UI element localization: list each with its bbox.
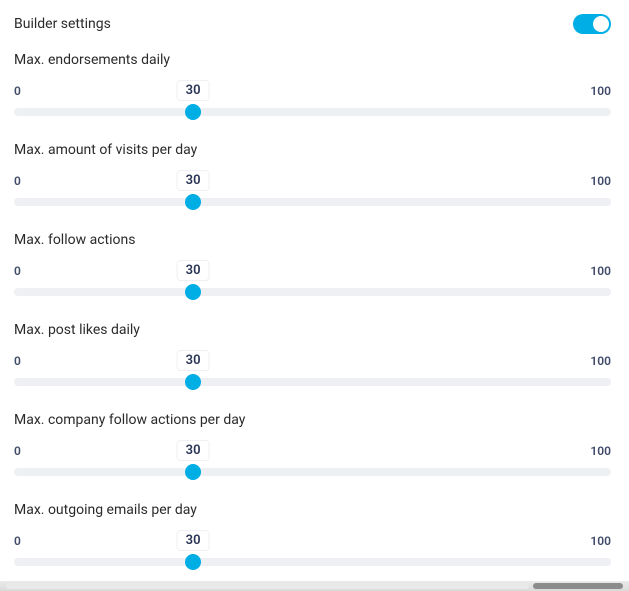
slider-min: 0 [14,174,21,188]
slider-scale: 0 30 100 [14,174,611,192]
slider-endorsements: Max. endorsements daily 0 30 100 [14,52,611,116]
slider-track[interactable] [14,378,611,386]
slider-outgoing-emails: Max. outgoing emails per day 0 30 100 [14,502,611,566]
slider-label: Max. amount of visits per day [14,142,611,158]
slider-max: 100 [590,174,611,188]
slider-value-badge: 30 [177,80,210,101]
slider-value-badge: 30 [177,260,210,281]
slider-value-badge: 30 [177,440,210,461]
slider-label: Max. outgoing emails per day [14,502,611,518]
slider-track[interactable] [14,108,611,116]
slider-scale: 0 30 100 [14,444,611,462]
slider-max: 100 [590,354,611,368]
slider-scale: 0 30 100 [14,354,611,372]
slider-follow-actions: Max. follow actions 0 30 100 [14,232,611,296]
bottom-bar [0,581,629,591]
slider-value-badge: 30 [177,350,210,371]
slider-scale: 0 30 100 [14,84,611,102]
slider-label: Max. follow actions [14,232,611,248]
slider-min: 0 [14,354,21,368]
slider-scale: 0 30 100 [14,264,611,282]
slider-thumb[interactable] [185,374,201,390]
slider-value-badge: 30 [177,530,210,551]
slider-label: Max. post likes daily [14,322,611,338]
slider-min: 0 [14,84,21,98]
slider-thumb[interactable] [185,104,201,120]
builder-settings-toggle[interactable] [573,14,611,34]
slider-post-likes: Max. post likes daily 0 30 100 [14,322,611,386]
slider-max: 100 [590,534,611,548]
slider-thumb[interactable] [185,284,201,300]
slider-track[interactable] [14,198,611,206]
slider-min: 0 [14,444,21,458]
slider-max: 100 [590,264,611,278]
slider-max: 100 [590,444,611,458]
header-row: Builder settings [14,14,611,34]
slider-label: Max. endorsements daily [14,52,611,68]
page-title: Builder settings [14,16,111,32]
slider-max: 100 [590,84,611,98]
slider-value-badge: 30 [177,170,210,191]
slider-track[interactable] [14,288,611,296]
slider-label: Max. company follow actions per day [14,412,611,428]
slider-min: 0 [14,264,21,278]
slider-track[interactable] [14,468,611,476]
slider-company-follow: Max. company follow actions per day 0 30… [14,412,611,476]
slider-scale: 0 30 100 [14,534,611,552]
slider-track[interactable] [14,558,611,566]
slider-thumb[interactable] [185,464,201,480]
slider-thumb[interactable] [185,194,201,210]
slider-thumb[interactable] [185,554,201,570]
slider-min: 0 [14,534,21,548]
settings-panel: Builder settings Max. endorsements daily… [0,0,629,566]
slider-visits: Max. amount of visits per day 0 30 100 [14,142,611,206]
